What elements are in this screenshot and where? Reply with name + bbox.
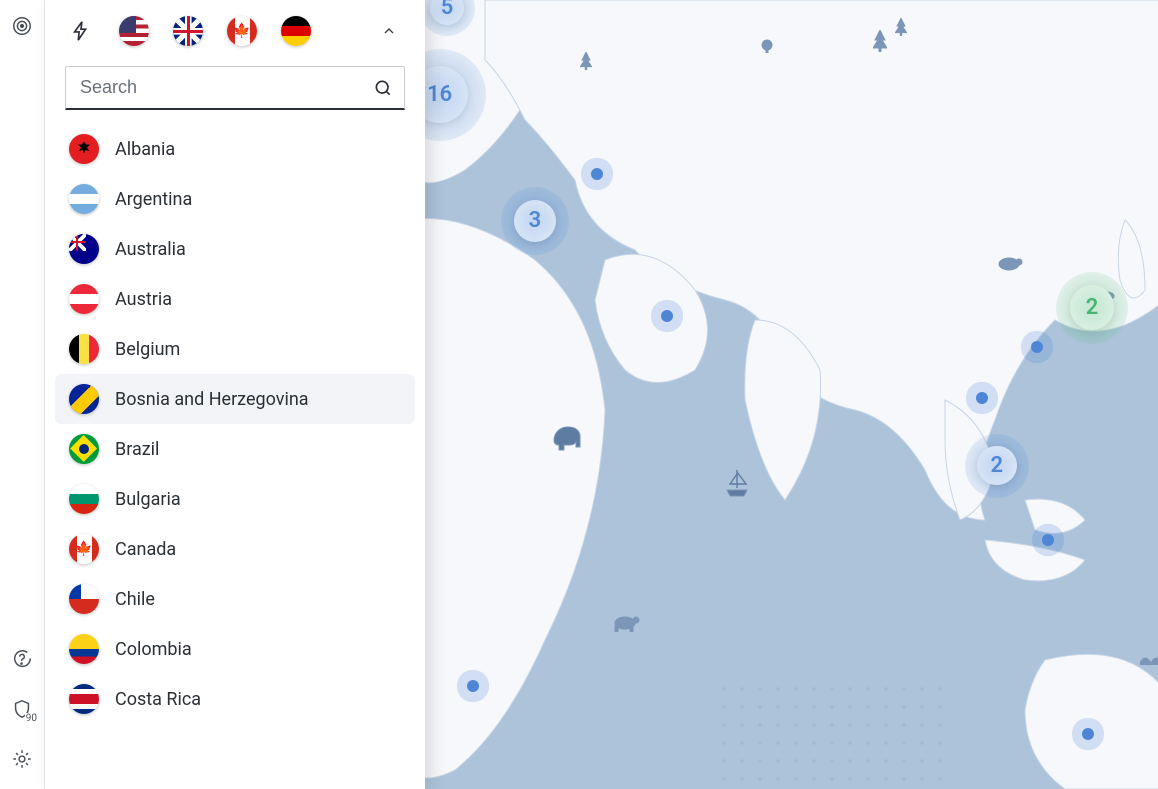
map-pin[interactable] <box>661 310 673 322</box>
country-label: Colombia <box>115 639 192 660</box>
map-pin[interactable] <box>591 168 603 180</box>
country-label: Canada <box>115 539 176 560</box>
target-icon[interactable] <box>10 14 34 38</box>
country-row-be[interactable]: Belgium <box>55 324 415 374</box>
left-rail: 90 <box>0 0 45 789</box>
map-cluster[interactable]: 2 <box>965 434 1029 498</box>
flag-cl-icon <box>69 584 99 614</box>
shield-icon[interactable]: 90 <box>10 697 34 721</box>
map-cluster[interactable]: 3 <box>501 187 569 255</box>
flag-ca-icon <box>69 534 99 564</box>
country-row-ba[interactable]: Bosnia and Herzegovina <box>55 374 415 424</box>
flag-au-icon <box>69 234 99 264</box>
tree-icon <box>895 18 907 40</box>
elephant-icon <box>550 425 584 455</box>
flag-bg-icon <box>69 484 99 514</box>
quick-connect-row <box>45 0 425 60</box>
country-row-br[interactable]: Brazil <box>55 424 415 474</box>
collapse-icon[interactable] <box>375 17 403 45</box>
country-row-au[interactable]: Australia <box>55 224 415 274</box>
country-row-bg[interactable]: Bulgaria <box>55 474 415 524</box>
animal-icon <box>995 255 1023 277</box>
flag-br-icon <box>69 434 99 464</box>
flag-ba-icon <box>69 384 99 414</box>
country-row-ca[interactable]: Canada <box>55 524 415 574</box>
country-list[interactable]: Albania Argentina Australia Austria Belgium B… <box>45 120 425 789</box>
quick-flag-gb[interactable] <box>173 16 203 46</box>
country-label: Australia <box>115 239 186 260</box>
world-map <box>425 0 1158 789</box>
help-icon[interactable] <box>10 647 34 671</box>
map-pin[interactable] <box>976 392 988 404</box>
tree-icon <box>580 52 592 74</box>
settings-icon[interactable] <box>10 747 34 771</box>
shield-badge: 90 <box>25 713 38 724</box>
quick-flag-de[interactable] <box>281 16 311 46</box>
map-pin[interactable] <box>1042 534 1054 546</box>
search-input[interactable] <box>65 66 405 110</box>
map-cluster[interactable]: 2 <box>1056 272 1128 344</box>
country-row-ar[interactable]: Argentina <box>55 174 415 224</box>
flag-be-icon <box>69 334 99 364</box>
search-box <box>65 66 405 110</box>
map-pin[interactable] <box>467 680 479 692</box>
country-panel: Albania Argentina Australia Austria Belgium B… <box>45 0 425 789</box>
map-cluster[interactable]: 5 <box>425 0 475 36</box>
flag-at-icon <box>69 284 99 314</box>
country-label: Costa Rica <box>115 689 201 710</box>
country-row-cl[interactable]: Chile <box>55 574 415 624</box>
map-cluster[interactable]: 16 <box>425 49 486 141</box>
country-label: Bosnia and Herzegovina <box>115 389 309 410</box>
country-label: Albania <box>115 139 175 160</box>
country-row-al[interactable]: Albania <box>55 124 415 174</box>
flag-ar-icon <box>69 184 99 214</box>
wave-icon <box>1140 650 1158 669</box>
quick-connect-icon[interactable] <box>67 17 95 45</box>
animal-icon <box>610 612 640 636</box>
country-label: Bulgaria <box>115 489 181 510</box>
flag-co-icon <box>69 634 99 664</box>
country-row-cr[interactable]: Costa Rica <box>55 674 415 724</box>
flag-cr-icon <box>69 684 99 714</box>
country-label: Chile <box>115 589 155 610</box>
country-label: Austria <box>115 289 172 310</box>
quick-flag-us[interactable] <box>119 16 149 46</box>
quick-flag-ca[interactable] <box>227 16 257 46</box>
country-row-at[interactable]: Austria <box>55 274 415 324</box>
map[interactable]: 5 163 2 2 <box>425 0 1158 789</box>
country-label: Belgium <box>115 339 180 360</box>
boat-icon <box>725 470 749 502</box>
tree-icon <box>873 30 887 56</box>
country-label: Brazil <box>115 439 159 460</box>
flag-al-icon <box>69 134 99 164</box>
tree-icon <box>760 38 774 57</box>
country-label: Argentina <box>115 189 192 210</box>
map-pin[interactable] <box>1031 341 1043 353</box>
map-pin[interactable] <box>1082 728 1094 740</box>
country-row-co[interactable]: Colombia <box>55 624 415 674</box>
